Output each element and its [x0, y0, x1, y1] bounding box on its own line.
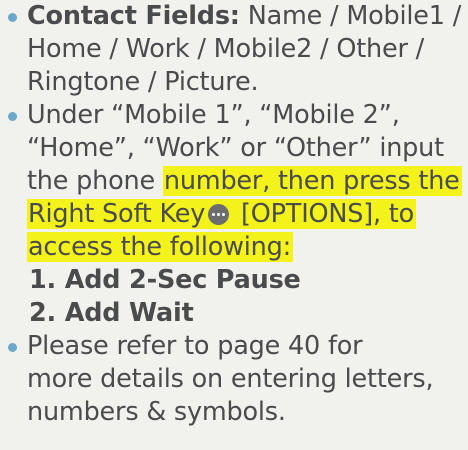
phone-input-line-2: “Home”, “Work” or “Other” input [27, 133, 444, 163]
bullet-dot-icon [8, 13, 17, 22]
contact-fields-line-2: Home / Work / Mobile2 / Other / [27, 34, 425, 64]
phone-input-line-5: access the following: [27, 231, 294, 264]
bullet-dot-icon [8, 112, 17, 121]
manual-page: Contact Fields: Name / Mobile1 / Home / … [0, 0, 468, 450]
ellipsis-softkey-icon [208, 204, 230, 225]
contact-fields-line-1: Contact Fields: Name / Mobile1 / [27, 0, 461, 33]
phone-input-line-4: Right Soft Key [OPTIONS], to [27, 198, 417, 231]
refer-line-2: more details on entering letters, [27, 364, 434, 394]
phone-input-line-1: Under “Mobile 1”, “Mobile 2”, [27, 100, 400, 130]
refer-line-1: Please refer to page 40 for [27, 331, 363, 361]
contact-fields-label: Contact Fields: [27, 1, 240, 31]
highlighted-text: Right Soft Key [OPTIONS], to [27, 199, 417, 229]
bullet-dot-icon [8, 343, 17, 352]
contact-fields-text: Name / Mobile1 / [239, 1, 462, 31]
phone-input-text: the phone [27, 166, 163, 196]
option-add-pause: 1. Add 2-Sec Pause [29, 265, 301, 295]
option-add-wait: 2. Add Wait [29, 298, 194, 328]
contact-fields-line-3: Ringtone / Picture. [27, 67, 259, 97]
refer-line-3: numbers & symbols. [27, 397, 286, 427]
phone-input-line-3: the phone number, then press the [27, 165, 462, 198]
right-soft-key-label: Right Soft Key [28, 199, 206, 229]
options-label: [OPTIONS], to [233, 199, 415, 229]
highlighted-text: number, then press the [162, 166, 462, 196]
highlighted-text: access the following: [27, 232, 294, 262]
